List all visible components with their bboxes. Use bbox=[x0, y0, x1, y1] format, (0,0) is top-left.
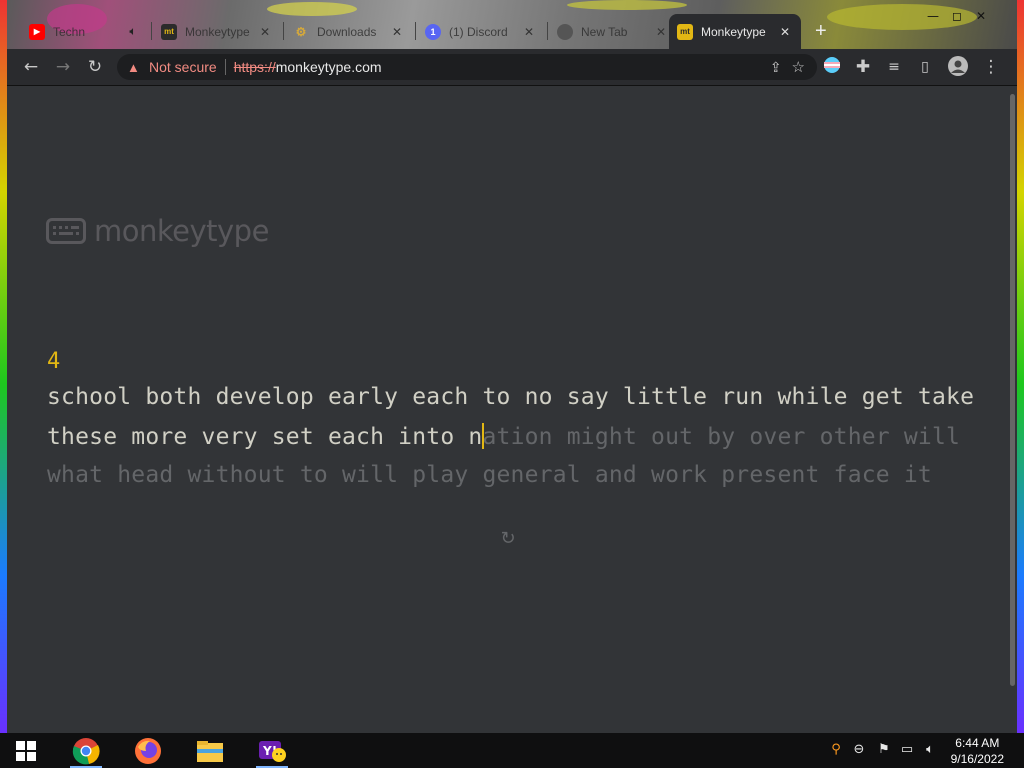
tab-separator bbox=[283, 22, 284, 40]
chrome-icon bbox=[557, 23, 573, 40]
url-host: monkeytype.com bbox=[275, 59, 382, 75]
chrome-window: ▶ Techn 🔈︎ mt Monkeytype ✕ ⚙ Downloads ✕… bbox=[7, 0, 1017, 733]
close-button[interactable]: ✕ bbox=[971, 6, 991, 26]
youtube-icon: ▶ bbox=[29, 23, 45, 40]
monkeytype-icon: mt bbox=[161, 23, 177, 40]
upcoming-line-3: what head without to will play general a… bbox=[47, 462, 932, 488]
extensions-puzzle-icon[interactable]: ✚ bbox=[852, 56, 874, 78]
word-counter: 4 bbox=[47, 349, 61, 374]
reload-button[interactable]: ↻ bbox=[84, 56, 106, 78]
url-scheme: https:// bbox=[233, 59, 276, 75]
side-panel-icon[interactable]: ▯ bbox=[914, 56, 936, 78]
extension-flag-icon[interactable] bbox=[821, 56, 843, 78]
flag-tray-icon[interactable]: ⚑ bbox=[876, 741, 892, 759]
tab-youtube[interactable]: ▶ Techn 🔈︎ bbox=[21, 14, 149, 49]
bookmark-star-icon[interactable]: ☆ bbox=[792, 58, 805, 76]
system-clock[interactable]: 6:44 AM 9/16/2022 bbox=[951, 735, 1004, 767]
page-scrollbar[interactable] bbox=[1010, 94, 1015, 686]
search-tray-icon[interactable]: ⚲ bbox=[828, 741, 844, 759]
tab-title: Monkeytype bbox=[185, 24, 250, 39]
tab-close-button[interactable]: ✕ bbox=[257, 25, 273, 39]
file-explorer-taskbar-icon[interactable] bbox=[186, 733, 234, 768]
media-queue-icon[interactable]: ≡ bbox=[883, 56, 905, 78]
tab-new-tab[interactable]: New Tab ✕ bbox=[549, 14, 677, 49]
keyboard-logo-icon bbox=[46, 218, 86, 244]
tab-close-button[interactable]: ✕ bbox=[653, 25, 669, 39]
downloads-icon: ⚙ bbox=[295, 24, 307, 39]
tab-separator bbox=[415, 22, 416, 40]
tab-monkeytype-1[interactable]: mt Monkeytype ✕ bbox=[153, 14, 281, 49]
logo-text: monkeytype bbox=[94, 214, 269, 248]
tab-separator bbox=[547, 22, 548, 40]
tab-title: Monkeytype bbox=[701, 24, 766, 39]
restart-test-button[interactable]: ↻ bbox=[498, 529, 518, 549]
typing-line-2: these more very set each into nation mig… bbox=[47, 423, 960, 450]
desktop-screen: ▶ Techn 🔈︎ mt Monkeytype ✕ ⚙ Downloads ✕… bbox=[0, 0, 1024, 768]
tab-close-button[interactable]: ✕ bbox=[521, 25, 537, 39]
tab-downloads[interactable]: ⚙ Downloads ✕ bbox=[285, 14, 413, 49]
maximize-button[interactable]: ◻ bbox=[947, 6, 967, 26]
tab-title: (1) Discord bbox=[449, 24, 508, 39]
chrome-taskbar-icon[interactable] bbox=[62, 733, 110, 768]
share-icon[interactable]: ⇪ bbox=[770, 59, 782, 76]
firefox-taskbar-icon[interactable] bbox=[124, 733, 172, 768]
untyped-text: ation might out by over other will bbox=[482, 424, 961, 450]
kebab-menu-icon[interactable]: ⋮ bbox=[980, 56, 1002, 78]
new-tab-button[interactable]: + bbox=[807, 14, 837, 49]
plus-icon: + bbox=[815, 20, 827, 42]
tab-title: New Tab bbox=[581, 24, 628, 39]
tab-discord[interactable]: 1 (1) Discord ✕ bbox=[417, 14, 545, 49]
monkeytype-logo[interactable]: monkeytype bbox=[46, 214, 269, 248]
profile-avatar-icon[interactable] bbox=[947, 56, 969, 78]
tab-title: Downloads bbox=[317, 24, 377, 39]
tab-monkeytype-active[interactable]: mt Monkeytype ✕ bbox=[669, 14, 801, 49]
back-button[interactable]: ← bbox=[20, 56, 42, 78]
network-tray-icon[interactable]: ▭ bbox=[899, 741, 915, 759]
speaker-icon[interactable]: 🔈︎ bbox=[125, 24, 141, 39]
tab-close-button[interactable]: ✕ bbox=[777, 25, 793, 39]
tab-title: Techn bbox=[53, 24, 86, 39]
notification-tray-icon[interactable]: ⊖ bbox=[851, 741, 867, 759]
start-button[interactable] bbox=[2, 733, 50, 768]
tab-separator bbox=[151, 22, 152, 40]
browser-toolbar: ← → ↻ ▲ Not secure https:// monkeytype.c… bbox=[7, 49, 1017, 86]
typed-line-1: school both develop early each to no say… bbox=[47, 384, 975, 410]
omnibox-divider bbox=[224, 59, 226, 75]
windows-taskbar: Y! ⚲ ⊖ ⚑ ▭ 🔈︎ 6:44 AM 9/16/2022 bbox=[0, 733, 1024, 768]
tab-close-button[interactable]: ✕ bbox=[389, 25, 405, 39]
discord-icon: 1 bbox=[425, 23, 441, 40]
minimize-button[interactable]: — bbox=[923, 6, 943, 26]
monkeytype-icon: mt bbox=[677, 23, 693, 40]
forward-button[interactable]: → bbox=[52, 56, 74, 78]
wallpaper-splash bbox=[567, 0, 687, 10]
not-secure-label[interactable]: Not secure bbox=[149, 59, 217, 75]
typed-text: these more very set each into n bbox=[47, 424, 483, 450]
address-bar[interactable]: ▲ Not secure https:// monkeytype.com ⇪ ☆ bbox=[117, 54, 817, 80]
clock-date: 9/16/2022 bbox=[950, 752, 1004, 766]
tab-strip: ▶ Techn 🔈︎ mt Monkeytype ✕ ⚙ Downloads ✕… bbox=[7, 0, 1017, 49]
warning-icon[interactable]: ▲ bbox=[127, 60, 141, 75]
yahoo-messenger-taskbar-icon[interactable]: Y! bbox=[248, 733, 296, 768]
monkeytype-page: monkeytype 4 school both develop early e… bbox=[7, 86, 1017, 733]
clock-time: 6:44 AM bbox=[955, 736, 1000, 750]
volume-tray-icon[interactable]: 🔈︎ bbox=[922, 741, 938, 759]
